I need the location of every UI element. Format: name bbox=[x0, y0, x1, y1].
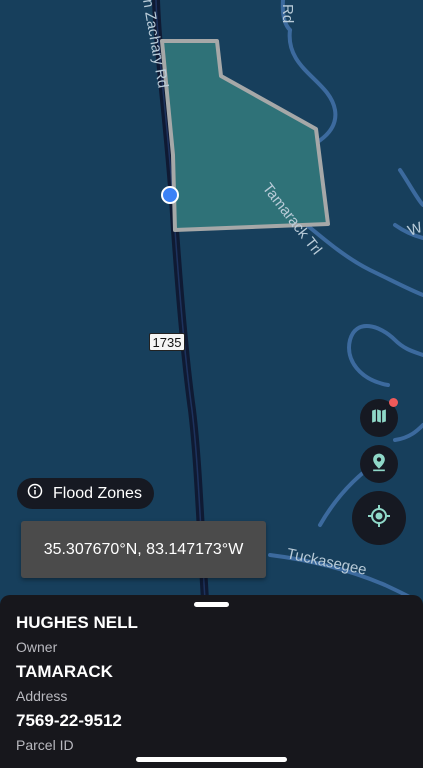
parcel-id-value: 7569-22-9512 bbox=[16, 711, 122, 730]
parcel-id-label: Parcel ID bbox=[16, 737, 74, 753]
flood-zones-chip[interactable]: Flood Zones bbox=[17, 478, 154, 509]
parcel-info-sheet[interactable]: HUGHES NELL Owner TAMARACK Address 7569-… bbox=[0, 595, 423, 768]
flood-zones-label: Flood Zones bbox=[53, 484, 142, 502]
road-label-rd: Rd bbox=[279, 4, 296, 23]
drop-pin-button[interactable] bbox=[360, 445, 398, 483]
address-label: Address bbox=[16, 688, 68, 704]
home-indicator[interactable] bbox=[136, 757, 287, 762]
info-icon bbox=[27, 483, 43, 504]
parcel-id-field: 7569-22-9512 Parcel ID bbox=[16, 711, 122, 753]
map-layers-button[interactable] bbox=[360, 398, 398, 437]
address-value: TAMARACK bbox=[16, 662, 113, 681]
sheet-drag-handle[interactable] bbox=[194, 602, 229, 607]
my-location-button[interactable] bbox=[352, 491, 406, 545]
crosshair-icon bbox=[367, 504, 391, 533]
pin-icon bbox=[369, 452, 389, 477]
current-location-dot bbox=[161, 186, 179, 204]
route-number-shield: 1735 bbox=[149, 333, 185, 351]
map-icon bbox=[369, 406, 389, 431]
address-field: TAMARACK Address bbox=[16, 662, 113, 704]
coordinates-readout[interactable]: 35.307670°N, 83.147173°W bbox=[21, 521, 266, 578]
coordinates-text: 35.307670°N, 83.147173°W bbox=[43, 540, 244, 558]
owner-field: HUGHES NELL Owner bbox=[16, 613, 138, 655]
owner-value: HUGHES NELL bbox=[16, 613, 138, 632]
owner-label: Owner bbox=[16, 639, 58, 655]
notification-badge bbox=[389, 398, 398, 407]
